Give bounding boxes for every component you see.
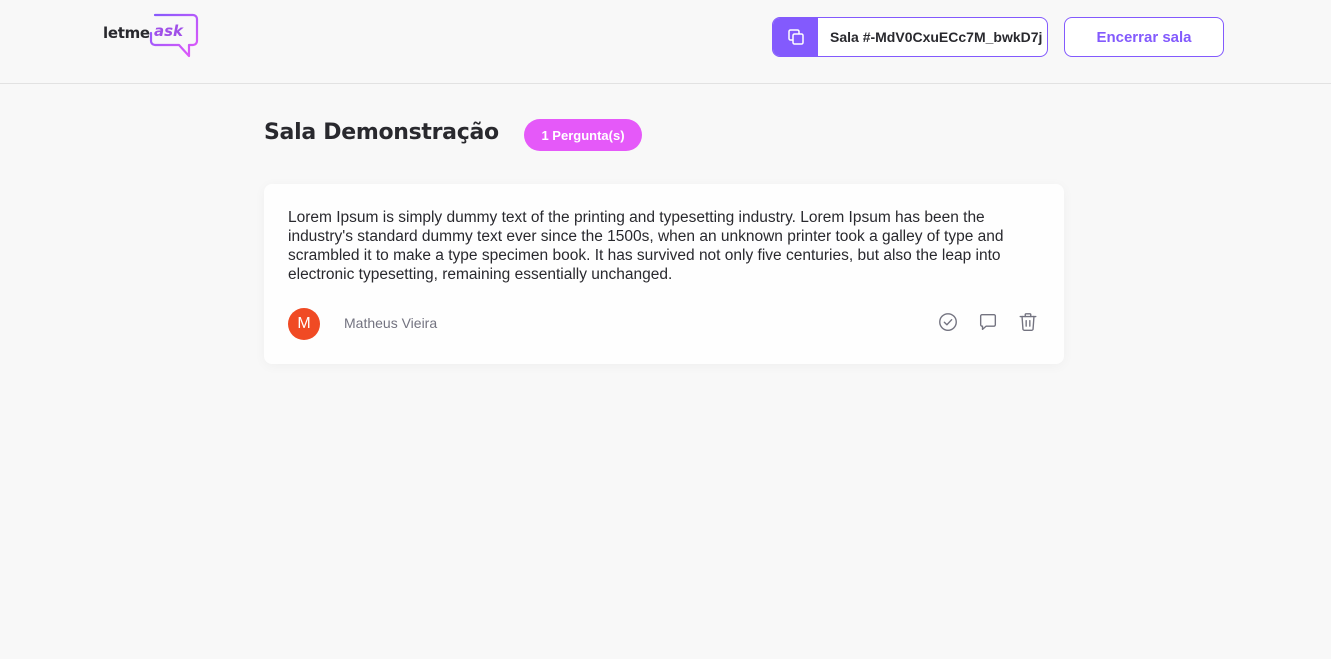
question-card: Lorem Ipsum is simply dummy text of the … xyxy=(264,184,1064,364)
close-room-button[interactable]: Encerrar sala xyxy=(1064,17,1224,57)
question-actions xyxy=(936,310,1040,334)
page-title: Sala Demonstração xyxy=(264,120,499,145)
logo-text-ask: ask xyxy=(154,22,184,40)
question-content: Lorem Ipsum is simply dummy text of the … xyxy=(288,209,1004,283)
room-code-button[interactable]: Sala #-MdV0CxuECc7M_bwkD7j xyxy=(772,17,1048,57)
author-name: Matheus Vieira xyxy=(344,315,438,331)
answer-icon[interactable] xyxy=(976,310,1000,334)
logo-text-letme: letme xyxy=(103,24,150,42)
copy-icon[interactable] xyxy=(773,18,818,56)
question-count-badge: 1 Pergunta(s) xyxy=(524,119,642,151)
page-header: letme ask Sala #-MdV0CxuECc7M_bwkD7j Enc… xyxy=(0,0,1331,84)
check-circle-icon[interactable] xyxy=(936,310,960,334)
letmeask-logo[interactable]: letme ask xyxy=(103,13,199,59)
trash-icon[interactable] xyxy=(1016,310,1040,334)
avatar: M xyxy=(288,308,320,340)
room-code-label: Sala #-MdV0CxuECc7M_bwkD7j xyxy=(830,29,1043,45)
